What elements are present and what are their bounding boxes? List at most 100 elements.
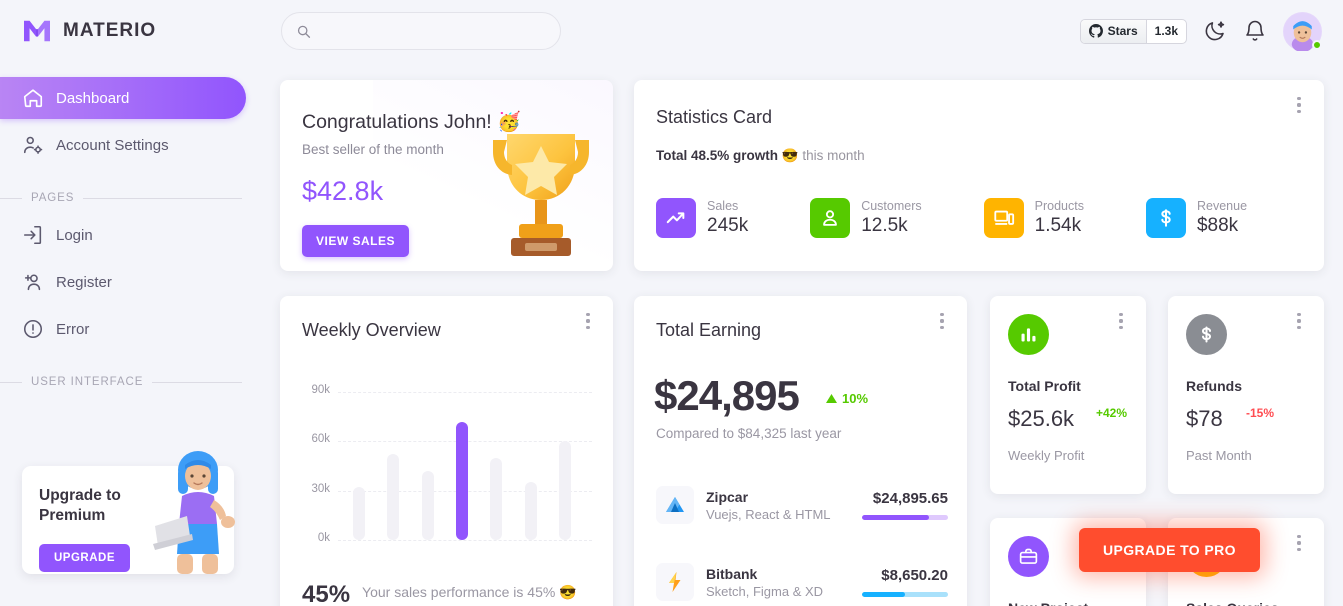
stat-revenue: Revenue $88k <box>1145 198 1247 238</box>
total-earning-title: Total Earning <box>656 320 762 340</box>
earning-row-name: Zipcar <box>706 488 749 505</box>
devices-icon <box>994 210 1014 225</box>
earning-row-amount: $24,895.65 <box>872 490 948 507</box>
sunglasses-emoji: 😎 <box>781 148 799 163</box>
search-input[interactable] <box>320 23 546 39</box>
view-sales-button[interactable]: VIEW SALES <box>302 225 410 257</box>
statistics-title: Statistics Card <box>656 107 773 127</box>
sidebar-item-label: Error <box>56 320 90 338</box>
weekly-overview-card: Weekly Overview 90k 60k 30k 0k 45% Your sal… <box>280 296 613 606</box>
github-icon <box>1088 24 1103 38</box>
alert-circle-icon <box>23 319 43 339</box>
upgrade-premium-card[interactable]: Upgrade to Premium UPGRADE <box>22 451 235 574</box>
chart-bar[interactable] <box>558 441 571 540</box>
upgrade-to-pro-button[interactable]: UPGRADE TO PRO <box>1079 528 1260 572</box>
dollar-sign-icon <box>1201 326 1212 343</box>
sales-queries-menu-button[interactable] <box>1288 532 1310 554</box>
user-settings-icon <box>23 136 43 154</box>
dollar-icon <box>1186 314 1227 355</box>
chart-bar[interactable] <box>490 457 503 540</box>
sidebar-nav: Dashboard Account Settings PAGES Login R… <box>0 77 260 388</box>
total-earning-amount: $24,895 <box>654 372 800 419</box>
sidebar-section-pages: PAGES <box>0 192 242 204</box>
sidebar-item-login[interactable]: Login <box>0 214 246 256</box>
y-axis-tick: 30k <box>311 482 330 495</box>
sidebar-item-label: Login <box>56 226 93 244</box>
earning-row-name: Bitbank <box>706 565 758 582</box>
sidebar-item-label: Dashboard <box>56 89 130 107</box>
chart-bar[interactable] <box>387 454 400 540</box>
trophy-icon <box>493 134 589 256</box>
growth-text: Total 48.5% growth <box>656 148 779 163</box>
user-icon <box>823 210 838 226</box>
bell-icon[interactable] <box>1243 19 1267 43</box>
chart-bar[interactable] <box>456 421 468 540</box>
mini-card-title: Sales Queries <box>1186 600 1279 606</box>
sidebar-section-user-interface: USER INTERFACE <box>0 376 242 388</box>
sidebar-item-register[interactable]: Register <box>0 261 246 303</box>
avatar[interactable] <box>1283 11 1322 52</box>
mini-card-delta: -15% <box>1246 406 1275 420</box>
user-add-icon <box>24 274 41 291</box>
trending-up-icon <box>666 212 685 224</box>
chart-bars-icon <box>1021 328 1036 342</box>
earning-row-bitbank: Bitbank Sketch, Figma & XD $8,650.20 <box>656 563 948 601</box>
github-stars-label: Stars <box>1107 24 1138 38</box>
stat-label: Products <box>1034 198 1084 213</box>
upgrade-button[interactable]: UPGRADE <box>39 544 131 572</box>
top-header: Stars 1.3k <box>260 0 1343 62</box>
earning-row-progress <box>862 592 948 597</box>
sidebar-item-label: Account Settings <box>56 136 169 154</box>
mini-card-value: $78 <box>1186 406 1223 431</box>
weekly-performance: 45% Your sales performance is 45% 😎 bett… <box>302 581 577 606</box>
refunds-card: Refunds $78 -15% Past Month <box>1168 296 1324 494</box>
stat-icon-box <box>1145 198 1186 238</box>
divider-right <box>152 381 242 383</box>
congratulations-card: Congratulations John! 🥳 Best seller of t… <box>280 80 613 271</box>
briefcase-icon <box>1008 536 1049 577</box>
stat-value: 245k <box>707 214 749 236</box>
statistics-items: Sales 245k Customers 12.5k Products 1.54… <box>656 198 1247 238</box>
status-badge <box>1312 39 1322 50</box>
stat-sales: Sales 245k <box>656 198 748 238</box>
chart-bar[interactable] <box>353 487 366 540</box>
total-earning-menu-button[interactable] <box>931 310 953 332</box>
statistics-growth: Total 48.5% growth 😎 this month <box>656 148 865 164</box>
refunds-menu-button[interactable] <box>1288 310 1310 332</box>
sidebar-section-label: PAGES <box>31 192 75 204</box>
mini-card-title: New Project <box>1008 600 1088 606</box>
total-profit-menu-button[interactable] <box>1110 310 1132 332</box>
divider-left <box>0 381 22 383</box>
weekly-overview-title: Weekly Overview <box>302 320 441 340</box>
total-earning-trend: 10% <box>826 391 868 406</box>
stat-label: Sales <box>707 198 739 213</box>
congrats-amount: $42.8k <box>302 176 384 206</box>
search-bar[interactable] <box>281 12 561 50</box>
congrats-subtitle: Best seller of the month <box>302 142 444 157</box>
weekly-overview-menu-button[interactable] <box>577 310 599 332</box>
mini-card-value: $25.6k <box>1008 406 1075 431</box>
github-stars-chip[interactable]: Stars 1.3k <box>1079 18 1187 44</box>
chart-bar[interactable] <box>524 482 537 540</box>
sidebar-item-dashboard[interactable]: Dashboard <box>0 77 246 119</box>
chart-bar[interactable] <box>421 470 434 540</box>
earning-row-progress <box>862 515 948 520</box>
brand[interactable]: MATERIO <box>0 0 260 62</box>
brand-name: MATERIO <box>63 20 157 41</box>
y-axis-tick: 60k <box>311 433 330 446</box>
growth-period: this month <box>802 148 865 163</box>
stat-icon-box <box>656 198 696 238</box>
sidebar-item-error[interactable]: Error <box>0 308 246 350</box>
github-stars-button[interactable]: Stars <box>1080 19 1147 43</box>
earning-row-desc: Vuejs, React & HTML <box>706 506 831 522</box>
statistics-menu-button[interactable] <box>1288 94 1310 116</box>
earning-row-amount: $8,650.20 <box>881 567 948 584</box>
bar-chart-icon <box>1008 314 1049 355</box>
stat-icon-box <box>810 198 851 238</box>
moon-stars-icon[interactable] <box>1203 19 1227 43</box>
sidebar-section-label: USER INTERFACE <box>31 376 144 388</box>
sidebar-item-account-settings[interactable]: Account Settings <box>0 124 246 166</box>
zipcar-triangle-icon <box>666 497 684 512</box>
mini-card-delta: +42% <box>1096 406 1128 420</box>
home-icon <box>23 89 43 108</box>
